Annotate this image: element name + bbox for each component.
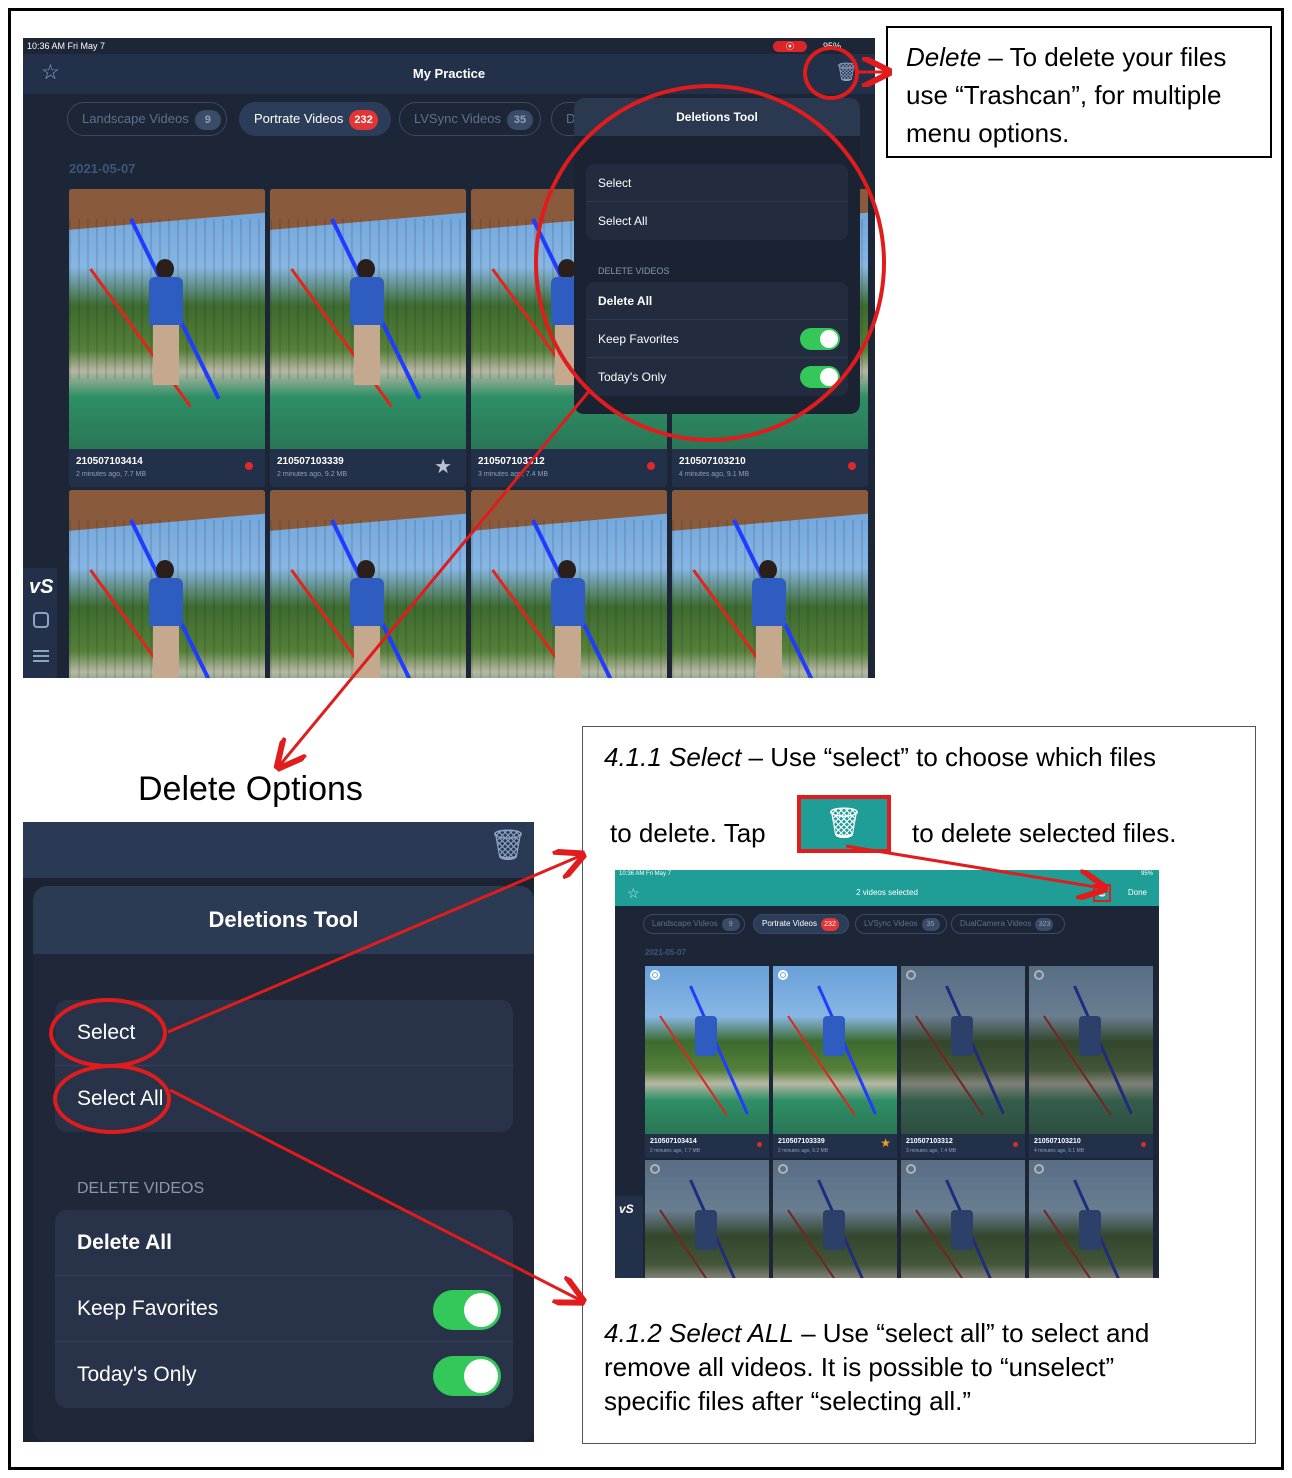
arrow-select-all-to-panel — [169, 1088, 580, 1300]
annotation-arrows — [167, 0, 1292, 1478]
arrow-trash-to-mini — [845, 844, 1102, 888]
arrow-to-zoom — [280, 389, 592, 765]
arrow-select-to-panel — [167, 856, 580, 1034]
